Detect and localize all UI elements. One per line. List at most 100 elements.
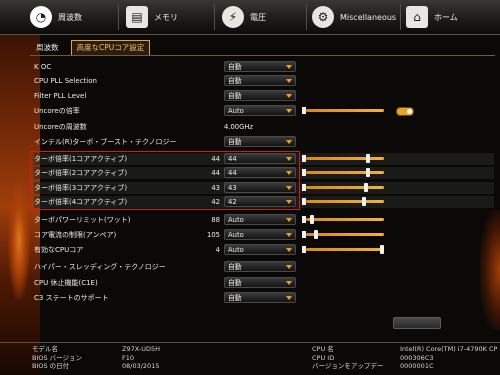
chevron-down-icon [286,65,292,69]
slider-cap [302,107,306,114]
setting-dropdown[interactable]: 自動 [224,261,296,272]
tab-home-label: ホーム [434,12,458,22]
setting-label: K OC [34,63,52,71]
setting-dropdown[interactable]: 自動 [224,90,296,101]
setting-label: 有効なCPUコア [34,246,84,254]
cpu-name-value: Intel(R) Core(TM) i7-4790K CP [400,345,498,353]
slider-cap [302,184,306,191]
dropdown-value: Auto [228,216,244,224]
tab-frequency-label: 周波数 [58,12,82,22]
setting-label: Filter PLL Level [34,92,87,100]
speedometer-icon: ◔ [30,6,52,28]
setting-current-value: 88 [211,216,220,224]
model-name-label: モデル名 [32,345,58,353]
tab-home[interactable]: ⌂ ホーム [406,4,458,30]
setting-slider[interactable] [302,245,384,254]
subtab-frequency[interactable]: 周波数 [30,40,65,56]
setting-row-turbo-power-limit[interactable]: ターボパワーリミット(ワット) 88 Auto [34,214,494,226]
footer-system-values: Z97X-UD5H F10 08/03/2015 [122,345,160,371]
setting-dropdown[interactable]: 自動 [224,292,296,303]
apply-button[interactable] [393,317,441,329]
slider-thumb[interactable] [314,230,318,239]
chevron-down-icon [286,233,292,237]
cpu-name-label: CPU 名 [312,345,334,353]
slider-thumb[interactable] [364,183,368,192]
setting-dropdown[interactable]: 自動 [224,75,296,86]
memory-chip-icon: ▤ [126,6,148,28]
slider-thumb[interactable] [362,197,366,206]
slider-thumb[interactable] [366,168,370,177]
dropdown-value: 自動 [228,77,242,85]
setting-dropdown[interactable]: 自動 [224,61,296,72]
setting-slider[interactable] [302,168,384,177]
setting-label: CPU PLL Selection [34,77,97,85]
chevron-down-icon [286,281,292,285]
dropdown-value: Auto [228,107,244,115]
home-icon: ⌂ [406,6,428,28]
setting-row-filter-pll-level[interactable]: Filter PLL Level 自動 [34,90,494,102]
update-version-value: 0000001C [400,362,434,370]
setting-dropdown[interactable]: 自動 [224,277,296,288]
setting-dropdown[interactable]: Auto [224,229,296,240]
tab-divider [306,4,307,30]
tab-voltage[interactable]: ⚡ 電圧 [222,4,266,30]
dropdown-value: Auto [228,246,244,254]
chevron-down-icon [286,218,292,222]
setting-row-hyper-threading[interactable]: ハイパー・スレッディング・テクノロジー 自動 [34,261,494,273]
chevron-down-icon [286,79,292,83]
dropdown-value: 自動 [228,63,242,71]
setting-slider[interactable] [302,107,384,114]
setting-label: CPU 休止機能(C1E) [34,279,98,287]
bios-date-value: 08/03/2015 [122,362,160,370]
slider-thumb[interactable] [366,154,370,163]
slider-cap [302,246,306,253]
bios-version-label: BIOS バージョン [32,353,83,362]
setting-slider[interactable] [302,197,384,206]
sub-tab-bar: 周波数 高度なCPUコア設定 [30,40,151,56]
dropdown-value: 自動 [228,92,242,100]
bios-date-label: BIOS の日付 [32,362,70,370]
tab-frequency[interactable]: ◔ 周波数 [30,4,82,30]
slider-thumb[interactable] [310,215,314,224]
setting-slider[interactable] [302,230,384,239]
setting-label: コア電流の制限(アンペア) [34,231,117,239]
highlight-box-turbo-ratios [30,151,300,210]
dropdown-value: 自動 [228,294,242,302]
setting-row-active-cpu-cores[interactable]: 有効なCPUコア 4 Auto [34,244,494,256]
setting-slider[interactable] [302,215,384,224]
setting-slider[interactable] [302,183,384,192]
setting-label: C3 ステートのサポート [34,294,109,302]
slider-cap [302,216,306,223]
setting-label: Uncoreの倍率 [34,107,80,115]
setting-toggle[interactable] [396,107,414,116]
setting-dropdown[interactable]: 自動 [224,136,296,147]
slider-thumb[interactable] [380,245,384,254]
model-name-value: Z97X-UD5H [122,345,160,353]
tab-divider [118,4,119,30]
chevron-down-icon [286,296,292,300]
setting-value: 4.00GHz [224,123,254,131]
setting-row-core-current-limit[interactable]: コア電流の制限(アンペア) 105 Auto [34,229,494,241]
setting-row-c3-state[interactable]: C3 ステートのサポート 自動 [34,292,494,304]
setting-dropdown[interactable]: Auto [224,105,296,116]
setting-dropdown[interactable]: Auto [224,214,296,225]
tab-memory[interactable]: ▤ メモリ [126,4,178,30]
footer-divider [0,342,500,343]
setting-row-cpu-c1e[interactable]: CPU 休止機能(C1E) 自動 [34,277,494,289]
tab-miscellaneous[interactable]: ⚙ Miscellaneous [312,4,396,30]
setting-row-cpu-pll-selection[interactable]: CPU PLL Selection 自動 [34,75,494,87]
slider-cap [302,198,306,205]
update-version-label: バージョンをアップデー [312,362,384,370]
chevron-down-icon [286,94,292,98]
setting-slider[interactable] [302,154,384,163]
cpu-id-value: 000306C3 [400,353,434,362]
setting-row-uncore-ratio[interactable]: Uncoreの倍率 Auto [34,105,494,117]
setting-label: インテル(R)ターボ・ブースト・テクノロジー [34,138,177,146]
voltage-icon: ⚡ [222,6,244,28]
subtab-advanced-cpu-core[interactable]: 高度なCPUコア設定 [70,40,151,56]
setting-row-k-oc[interactable]: K OC 自動 [34,61,494,73]
chevron-down-icon [286,248,292,252]
tab-divider [400,4,401,30]
setting-dropdown[interactable]: Auto [224,244,296,255]
setting-row-turbo-boost[interactable]: インテル(R)ターボ・ブースト・テクノロジー 自動 [34,136,494,148]
